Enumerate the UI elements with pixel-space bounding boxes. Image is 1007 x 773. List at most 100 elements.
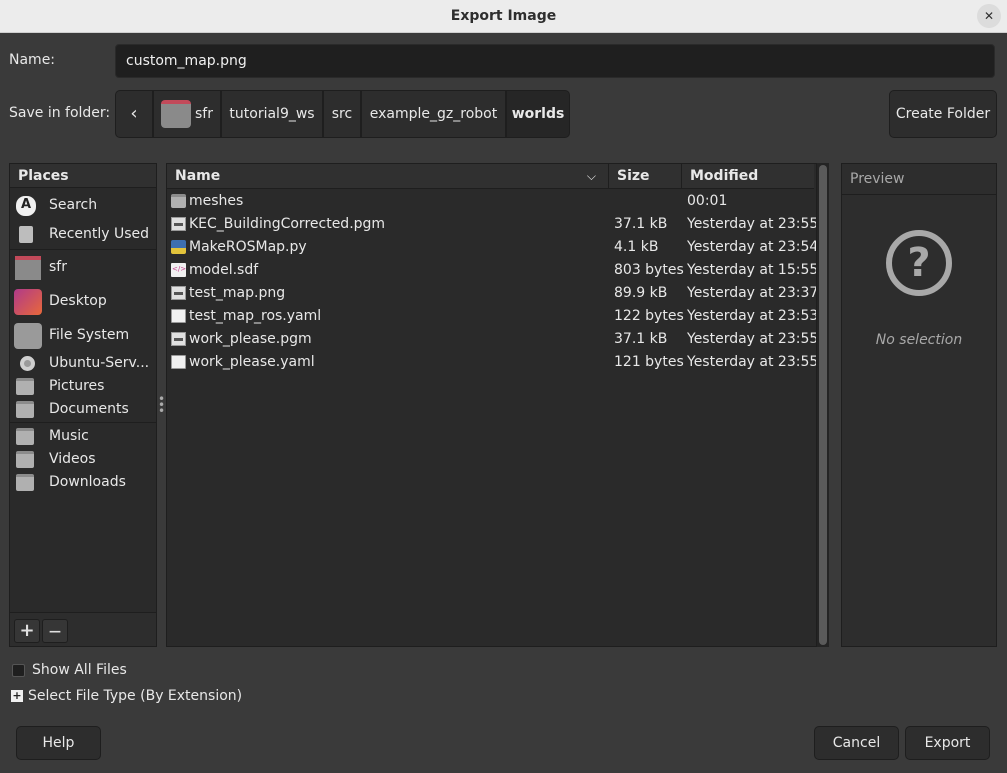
file-name: KEC_BuildingCorrected.pgm [189,216,386,232]
file-size: 37.1 kB [614,331,668,347]
show-all-files-checkbox[interactable] [12,664,25,677]
place-label: Documents [49,401,129,417]
places-header: Places [10,164,156,188]
place-search[interactable]: A Search [10,194,156,217]
save-in-folder-label: Save in folder: [9,105,111,121]
image-file-icon [171,332,186,346]
place-label: sfr [49,259,67,275]
window-title: Export Image [450,8,557,24]
place-label: Downloads [49,474,126,490]
path-crumb-tutorial9-ws[interactable]: tutorial9_ws [221,90,323,138]
place-label: Pictures [49,378,105,394]
remove-bookmark-button[interactable]: — [42,619,68,643]
file-row[interactable]: KEC_BuildingCorrected.pgm 37.1 kB Yester… [167,213,818,236]
file-name: work_please.pgm [189,331,312,347]
places-separator [10,249,156,250]
name-label: Name: [9,52,56,68]
file-row[interactable]: model.sdf 803 bytes Yesterday at 15:55 [167,258,818,282]
place-ubuntu-server[interactable]: Ubuntu-Serv... [10,352,156,375]
file-modified: 00:01 [687,193,728,209]
search-icon: A [16,196,36,216]
scrollbar-thumb[interactable] [819,165,827,645]
title-bar: Export Image ✕ [0,0,1007,33]
image-file-icon [171,286,186,300]
create-folder-button[interactable]: Create Folder [889,90,997,138]
add-bookmark-button[interactable]: + [14,619,40,643]
path-crumb-sfr[interactable]: sfr [153,90,221,138]
preview-title: Preview [842,164,996,195]
place-label: Recently Used [49,226,150,242]
place-label: Videos [49,451,96,467]
question-icon: ? [886,230,952,296]
file-row[interactable]: test_map.png 89.9 kB Yesterday at 23:37 [167,282,818,305]
places-panel: Places A Search Recently Used sfr Deskto… [9,163,157,647]
preview-panel: Preview ? No selection [841,163,997,647]
path-back-button[interactable]: ‹ [115,90,153,138]
expand-icon[interactable]: + [11,690,23,702]
place-label: Ubuntu-Serv... [49,355,150,371]
file-name: model.sdf [189,262,259,278]
place-sfr[interactable]: sfr [10,255,156,283]
text-file-icon [171,355,186,369]
places-footer: + — [10,612,156,646]
file-row[interactable]: test_map_ros.yaml 122 bytes Yesterday at… [167,305,818,328]
file-name: work_please.yaml [189,354,315,370]
places-separator [10,422,156,423]
desktop-icon [14,289,42,315]
folder-icon [16,401,34,418]
file-modified: Yesterday at 23:55 [687,216,819,232]
path-crumb-example-gz-robot[interactable]: example_gz_robot [361,90,506,138]
close-icon[interactable]: ✕ [977,4,1001,28]
path-crumb-src[interactable]: src [323,90,361,138]
place-pictures[interactable]: Pictures [10,375,156,398]
place-desktop[interactable]: Desktop [10,288,156,316]
home-folder-icon [15,256,41,280]
column-header-modified[interactable]: Modified [682,164,814,188]
column-header-name[interactable]: Name ⌵ [167,164,609,188]
place-file-system[interactable]: File System [10,322,156,350]
file-list-scrollbar[interactable] [816,163,829,647]
file-row[interactable]: work_please.pgm 37.1 kB Yesterday at 23:… [167,328,818,351]
folder-icon [16,378,34,395]
recent-icon [19,226,33,243]
export-button[interactable]: Export [905,726,990,760]
column-header-label: Name [175,168,221,184]
pane-resize-handle[interactable]: • • • [158,393,165,417]
file-name: test_map_ros.yaml [189,308,322,324]
file-size: 89.9 kB [614,285,668,301]
text-file-icon [171,309,186,323]
file-size: 122 bytes [614,308,684,324]
file-modified: Yesterday at 23:54 [687,239,819,255]
file-size: 121 bytes [614,354,684,370]
place-downloads[interactable]: Downloads [10,471,156,494]
file-row[interactable]: MakeROSMap.py 4.1 kB Yesterday at 23:54 [167,236,818,259]
show-all-files-label[interactable]: Show All Files [32,662,127,678]
file-name: meshes [189,193,244,209]
place-music[interactable]: Music [10,425,156,448]
help-button[interactable]: Help [16,726,101,760]
place-label: Music [49,428,89,444]
image-file-icon [171,217,186,231]
file-row[interactable]: meshes 00:01 [167,190,814,213]
crumb-label: sfr [195,106,213,122]
filename-input[interactable] [115,44,995,78]
folder-icon [171,194,186,208]
home-folder-icon [161,100,191,128]
file-modified: Yesterday at 23:55 [687,354,819,370]
place-videos[interactable]: Videos [10,448,156,471]
file-modified: Yesterday at 23:37 [687,285,819,301]
disc-icon [20,356,35,371]
column-header-size[interactable]: Size [609,164,682,188]
place-documents[interactable]: Documents [10,398,156,421]
place-label: Desktop [49,293,107,309]
file-size: 37.1 kB [614,216,668,232]
path-crumb-worlds[interactable]: worlds [506,90,570,138]
xml-file-icon [171,258,186,281]
file-row[interactable]: work_please.yaml 121 bytes Yesterday at … [167,351,818,374]
place-recently-used[interactable]: Recently Used [10,223,156,246]
select-file-type-expander[interactable]: Select File Type (By Extension) [28,688,242,704]
place-label: File System [49,327,130,343]
file-list-header: Name ⌵ Size Modified [167,164,814,189]
cancel-button[interactable]: Cancel [814,726,899,760]
preview-empty-text: No selection [875,332,963,348]
